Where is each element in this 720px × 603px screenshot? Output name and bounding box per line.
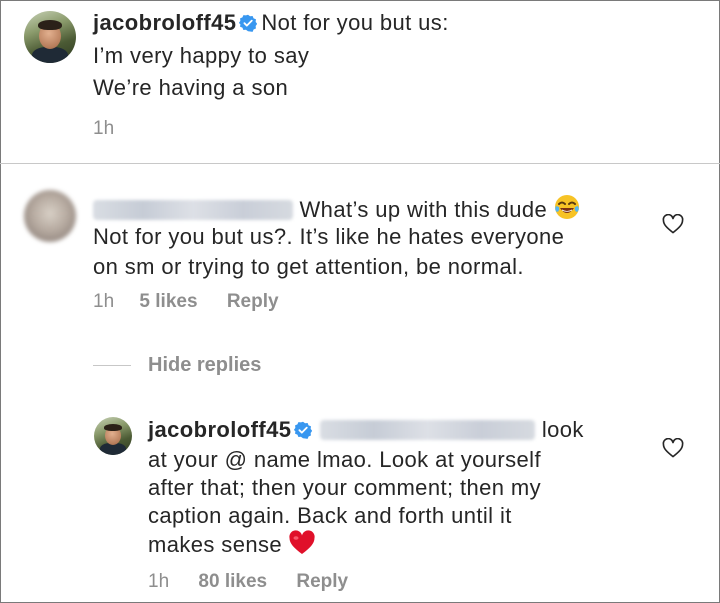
reply-line-4: caption again. Back and forth until it: [148, 503, 512, 528]
verified-badge-icon: [239, 14, 258, 32]
red-heart-icon: [289, 530, 315, 554]
comment-like-heart-icon[interactable]: [662, 214, 684, 234]
reply-like-heart-icon[interactable]: [662, 438, 684, 458]
reply-line-3: after that; then your comment; then my: [148, 475, 542, 500]
commenter-username-blurred[interactable]: [93, 200, 293, 220]
caption-line-3: We’re having a son: [93, 75, 289, 100]
caption-username[interactable]: jacobroloff45: [93, 10, 236, 35]
reply-reply-button[interactable]: Reply: [296, 571, 348, 592]
reply-username[interactable]: jacobroloff45: [148, 417, 291, 442]
reply-meta: 1h 80 likes Reply: [148, 570, 348, 594]
mention-username-blurred[interactable]: [320, 420, 536, 440]
comment-line-2: Not for you but us?. It’s like he hates …: [93, 224, 565, 249]
comment-reply-button[interactable]: Reply: [227, 291, 279, 312]
reply-line-2: at your @ name lmao. Look at yourself: [148, 447, 541, 472]
comment-line-3: on sm or trying to get attention, be nor…: [93, 254, 524, 279]
author-avatar[interactable]: [24, 11, 76, 63]
caption-timestamp: 1h: [93, 118, 115, 139]
comment-first-line: What’s up with this dude: [93, 193, 581, 224]
reply-first-line: jacobroloff45 look: [148, 416, 584, 444]
comment-line-1: What’s up with this dude: [299, 197, 548, 222]
comment-meta: 1h 5 likes Reply: [93, 290, 279, 314]
reply-author-avatar[interactable]: [94, 417, 132, 455]
caption-first-line: jacobroloff45 Not for you but us:: [93, 9, 449, 37]
reply-likes[interactable]: 80 likes: [198, 571, 267, 592]
comment-likes[interactable]: 5 likes: [139, 291, 197, 312]
reply-line-5-wrap: makes sense: [148, 530, 316, 559]
reply-line-5: makes sense: [148, 532, 283, 557]
post-caption: jacobroloff45 Not for you but us: I’m ve…: [0, 0, 720, 164]
hide-replies-divider: [93, 365, 131, 366]
hide-replies-button[interactable]: Hide replies: [148, 353, 261, 377]
reply-line-1: look: [541, 417, 584, 442]
comment-timestamp: 1h: [93, 291, 115, 312]
caption-line-1: Not for you but us:: [261, 10, 449, 35]
face-with-tears-of-joy-icon: [555, 195, 580, 219]
reply-timestamp: 1h: [148, 571, 170, 592]
verified-badge-icon: [294, 421, 313, 439]
caption-line-2: I’m very happy to say: [93, 43, 310, 68]
commenter-avatar[interactable]: [24, 190, 76, 242]
